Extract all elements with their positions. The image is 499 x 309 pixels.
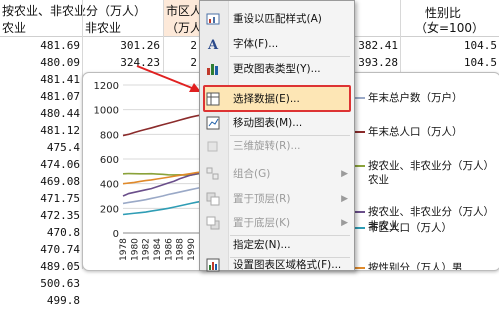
menu-item-label: 更改图表类型(Y)... (233, 63, 321, 75)
format-chart-area-icon (206, 258, 220, 272)
header-col1-line1: 按农业、非农业分（万人） (2, 4, 147, 18)
y-tick-label: 1000 (94, 106, 119, 117)
rotate-3d-icon (206, 139, 220, 153)
cell-farright-r1[interactable]: 104.5 (440, 38, 497, 54)
cell-col1-r6[interactable]: 481.12 (2, 123, 80, 139)
menu-item-label: 三维旋转(R)... (233, 140, 301, 152)
cell-col1-r3[interactable]: 481.41 (2, 72, 80, 88)
font-icon: A (206, 37, 220, 53)
spreadsheet[interactable]: 按农业、非农业分（万人） 农业 非农业 市区人口 （万人） 性别比 （女=100… (0, 0, 499, 307)
menu-item-8[interactable]: 置于顶层(R) ▶ (200, 189, 354, 209)
y-tick-label: 800 (100, 130, 119, 141)
cell-col1-r10[interactable]: 471.75 (2, 191, 80, 207)
cell-col3-r1[interactable]: 2 (165, 38, 197, 54)
submenu-arrow-icon: ▶ (341, 194, 348, 204)
cell-col1-r11[interactable]: 472.35 (2, 208, 80, 224)
y-tick-label: 1200 (94, 81, 119, 92)
red-arrow-icon (136, 65, 201, 92)
context-menu[interactable]: 重设以匹配样式(A) A 字体(F)... 更改图表类型(Y)... 选择数据(E)..… (199, 0, 355, 272)
header-col4-line2: （女=100） (415, 21, 484, 35)
x-tick-label: 1978 (119, 238, 129, 261)
menu-item-6[interactable]: 三维旋转(R)... (200, 136, 354, 156)
submenu-arrow-icon: ▶ (341, 218, 348, 228)
menu-item-label: 重设以匹配样式(A) (233, 13, 322, 25)
menu-item-2[interactable]: A 字体(F)... (200, 34, 354, 54)
legend-entry-3: 按农业、非农业分（万人）农业 (368, 160, 494, 186)
menu-item-label: 选择数据(E)... (233, 93, 300, 105)
group-icon (206, 167, 220, 181)
chart-type-icon (206, 62, 220, 76)
x-tick-label: 1980 (130, 238, 140, 261)
header-col1-line2: 农业 (2, 21, 27, 35)
series-line-5 (122, 199, 209, 216)
x-tick-label: 1990 (187, 238, 197, 261)
y-tick-label: 600 (100, 155, 119, 166)
series-line-2 (122, 112, 209, 137)
cell-col1-r4[interactable]: 481.07 (2, 89, 80, 105)
x-tick-label: 1988 (176, 238, 186, 261)
menu-item-10[interactable]: 指定宏(N)... (200, 235, 354, 255)
menu-item-label: 组合(G) (233, 168, 271, 180)
cell-col2-r1[interactable]: 301.26 (90, 38, 160, 54)
cell-col1-r15[interactable]: 500.63 (2, 276, 80, 292)
submenu-arrow-icon: ▶ (341, 169, 348, 179)
y-tick-label: 200 (100, 204, 119, 215)
menu-item-label: 移动图表(M)... (233, 117, 303, 129)
cell-col1-r2[interactable]: 480.09 (2, 55, 80, 71)
menu-item-label: 置于底层(K) (233, 217, 291, 229)
move-chart-icon (206, 116, 220, 130)
menu-item-5[interactable]: 移动图表(M)... (200, 113, 354, 133)
x-tick-label: 1984 (153, 238, 163, 261)
bring-front-icon (206, 192, 220, 206)
cell-col1-r13[interactable]: 470.74 (2, 242, 80, 258)
legend-entry-5: 市区人口（万人） (368, 222, 452, 234)
legend-entry-2: 年末总人口（万人） (368, 126, 463, 138)
cell-col1-r7[interactable]: 475.4 (2, 140, 80, 156)
reset-style-icon (206, 12, 220, 26)
x-tick-label: 1982 (142, 238, 152, 261)
legend-entry-1: 年末总户数（万户） (368, 92, 463, 104)
select-data-icon (206, 92, 220, 106)
y-tick-label: 400 (100, 180, 119, 191)
header-col3-cell[interactable]: 市区人口 （万人） (164, 0, 214, 36)
cell-col1-r8[interactable]: 474.06 (2, 157, 80, 173)
send-back-icon (206, 216, 220, 230)
cell-col1-r1[interactable]: 481.69 (2, 38, 80, 54)
menu-item-7[interactable]: 组合(G) ▶ (200, 164, 354, 184)
header-col2-line2: 非农业 (85, 21, 122, 35)
menu-item-1[interactable]: 重设以匹配样式(A) (200, 9, 354, 29)
menu-item-3[interactable]: 更改图表类型(Y)... (200, 59, 354, 79)
cell-col1-r12[interactable]: 470.8 (2, 225, 80, 241)
cell-col1-r5[interactable]: 480.44 (2, 106, 80, 122)
menu-item-label: 字体(F)... (233, 38, 279, 50)
series-line-1 (122, 185, 209, 205)
cell-farright-r2[interactable]: 104.5 (440, 55, 497, 71)
menu-item-label: 指定宏(N)... (233, 239, 291, 251)
menu-item-label: 设置图表区域格式(F)... (233, 259, 342, 271)
menu-item-11[interactable]: 设置图表区域格式(F)... (200, 255, 354, 275)
legend-entry-6: 按性别分（万人）男 (368, 262, 463, 271)
cell-col1-r9[interactable]: 469.08 (2, 174, 80, 190)
menu-item-label: 置于顶层(R) (233, 193, 291, 205)
menu-item-4[interactable]: 选择数据(E)... (200, 89, 354, 109)
x-tick-label: 1986 (164, 238, 174, 261)
cell-col1-r16[interactable]: 499.8 (2, 293, 80, 309)
svg-text:A: A (207, 38, 219, 51)
cell-col1-r14[interactable]: 489.05 (2, 259, 80, 275)
menu-item-9[interactable]: 置于底层(K) ▶ (200, 213, 354, 233)
